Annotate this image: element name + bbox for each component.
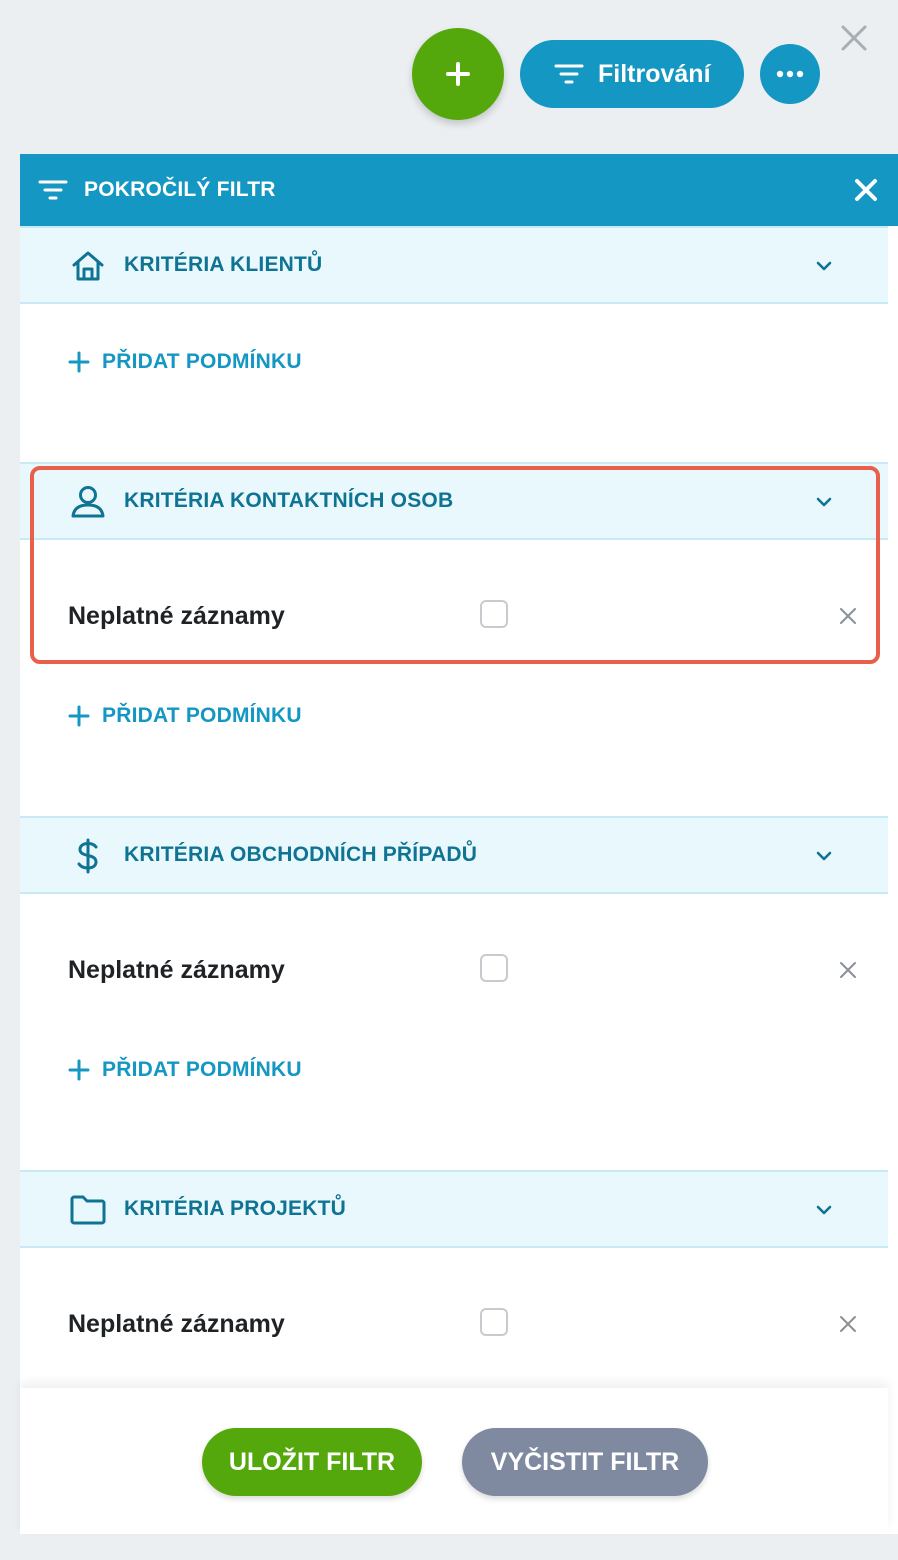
condition-row: Neplatné záznamy xyxy=(20,1296,888,1356)
filter-button[interactable]: Filtrování xyxy=(520,40,744,108)
clear-filter-button[interactable]: VYČISTIT FILTR xyxy=(462,1428,708,1496)
more-options-button[interactable] xyxy=(760,44,820,104)
top-toolbar: Filtrování xyxy=(0,0,898,140)
folder-icon xyxy=(68,1192,108,1228)
filter-lines-icon xyxy=(38,178,68,202)
chevron-down-icon xyxy=(816,851,832,861)
add-condition-label: PŘIDAT PODMÍNKU xyxy=(102,350,302,373)
plus-icon xyxy=(68,1059,90,1081)
condition-row: Neplatné záznamy xyxy=(20,588,888,648)
chevron-down-icon xyxy=(816,497,832,507)
dollar-icon xyxy=(68,838,108,874)
home-icon xyxy=(68,248,108,284)
condition-row: Neplatné záznamy xyxy=(20,942,888,1002)
section-header-deals[interactable]: KRITÉRIA OBCHODNÍCH PŘÍPADŮ xyxy=(20,816,888,894)
panel-header: POKROČILÝ FILTR xyxy=(20,154,898,226)
section-title: KRITÉRIA KLIENTŮ xyxy=(124,253,323,276)
remove-condition-icon[interactable] xyxy=(838,960,858,980)
filter-button-label: Filtrování xyxy=(598,59,711,88)
add-condition-button[interactable]: PŘIDAT PODMÍNKU xyxy=(68,350,302,374)
add-condition-label: PŘIDAT PODMÍNKU xyxy=(102,704,302,727)
condition-checkbox[interactable] xyxy=(480,600,508,628)
add-condition-button[interactable]: PŘIDAT PODMÍNKU xyxy=(68,704,302,728)
chevron-down-icon xyxy=(816,1205,832,1215)
condition-label: Neplatné záznamy xyxy=(68,956,285,984)
close-icon[interactable] xyxy=(854,178,878,202)
section-title: KRITÉRIA PROJEKTŮ xyxy=(124,1197,346,1220)
add-condition-label: PŘIDAT PODMÍNKU xyxy=(102,1058,302,1081)
plus-icon xyxy=(68,351,90,373)
panel-footer: ULOŽIT FILTR VYČISTIT FILTR xyxy=(20,1388,888,1534)
section-header-contacts[interactable]: KRITÉRIA KONTAKTNÍCH OSOB xyxy=(20,462,888,540)
condition-label: Neplatné záznamy xyxy=(68,602,285,630)
add-condition-button[interactable]: PŘIDAT PODMÍNKU xyxy=(68,1058,302,1082)
remove-condition-icon[interactable] xyxy=(838,606,858,626)
close-icon[interactable] xyxy=(838,22,870,54)
remove-condition-icon[interactable] xyxy=(838,1314,858,1334)
more-dots-icon xyxy=(776,70,804,78)
section-header-projects[interactable]: KRITÉRIA PROJEKTŮ xyxy=(20,1170,888,1248)
plus-icon xyxy=(446,62,470,86)
advanced-filter-panel: POKROČILÝ FILTR KRITÉRIA KLIENTŮ PŘIDAT … xyxy=(20,154,898,1534)
condition-checkbox[interactable] xyxy=(480,1308,508,1336)
section-header-clients[interactable]: KRITÉRIA KLIENTŮ xyxy=(20,226,888,304)
add-button[interactable] xyxy=(412,28,504,120)
condition-label: Neplatné záznamy xyxy=(68,1310,285,1338)
section-title: KRITÉRIA KONTAKTNÍCH OSOB xyxy=(124,489,454,512)
save-filter-button[interactable]: ULOŽIT FILTR xyxy=(202,1428,422,1496)
chevron-down-icon xyxy=(816,261,832,271)
filter-lines-icon xyxy=(554,62,584,86)
person-icon xyxy=(68,484,108,520)
panel-title: POKROČILÝ FILTR xyxy=(84,178,276,201)
condition-checkbox[interactable] xyxy=(480,954,508,982)
section-title: KRITÉRIA OBCHODNÍCH PŘÍPADŮ xyxy=(124,843,478,866)
plus-icon xyxy=(68,705,90,727)
